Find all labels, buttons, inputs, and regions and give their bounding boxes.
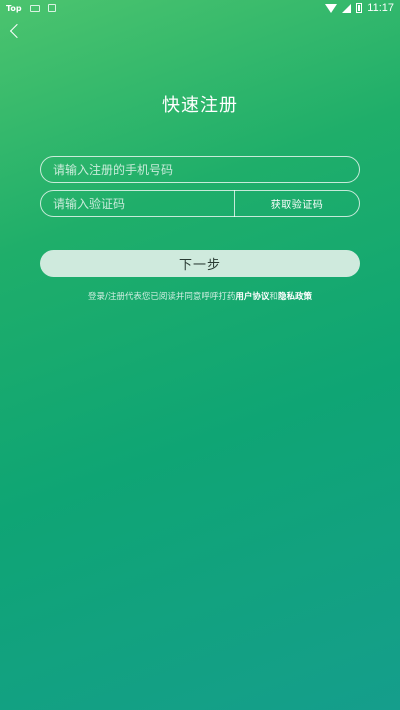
status-time: 11:17 bbox=[367, 2, 394, 14]
back-button[interactable] bbox=[6, 22, 25, 40]
page-title: 快速注册 bbox=[162, 95, 238, 116]
status-left: Top bbox=[6, 4, 56, 13]
signal-icon bbox=[342, 3, 352, 13]
agreement-and: 和 bbox=[269, 292, 278, 302]
phone-input[interactable] bbox=[41, 157, 359, 182]
agreement-prefix: 登录/注册代表您已阅读并同意呼呼打药 bbox=[88, 292, 236, 302]
status-right: 11:17 bbox=[325, 2, 394, 14]
battery-icon bbox=[356, 3, 363, 13]
get-code-button[interactable]: 获取验证码 bbox=[235, 191, 359, 216]
wifi-icon bbox=[325, 3, 338, 13]
user-agreement-link[interactable]: 用户协议 bbox=[235, 292, 269, 302]
chevron-left-icon bbox=[9, 23, 25, 39]
agreement-text: 登录/注册代表您已阅读并同意呼呼打药用户协议和隐私政策 bbox=[0, 290, 400, 302]
code-input[interactable] bbox=[41, 191, 234, 216]
status-app-label: Top bbox=[6, 3, 22, 13]
status-bar: Top 11:17 bbox=[0, 0, 400, 16]
notification-icon bbox=[29, 4, 40, 12]
privacy-policy-link[interactable]: 隐私政策 bbox=[278, 292, 312, 302]
code-field: 获取验证码 bbox=[40, 190, 360, 217]
next-button[interactable]: 下一步 bbox=[40, 250, 360, 277]
phone-field[interactable] bbox=[40, 156, 360, 183]
notification-a-icon bbox=[47, 4, 56, 12]
